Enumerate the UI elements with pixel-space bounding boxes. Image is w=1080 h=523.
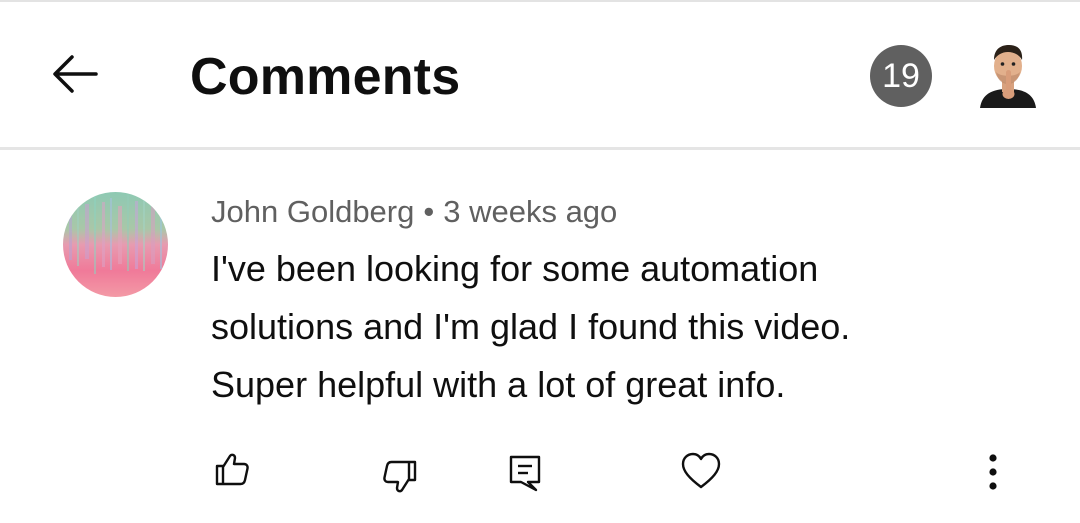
commenter-avatar-image	[63, 192, 168, 297]
page-title: Comments	[190, 48, 461, 106]
reply-button[interactable]	[500, 448, 550, 498]
heart-icon	[681, 452, 721, 489]
meta-separator: •	[423, 194, 435, 229]
heart-button[interactable]	[676, 446, 726, 496]
comment-text-line: I've been looking for some automation	[211, 248, 819, 289]
comment-author[interactable]: John Goldberg	[211, 194, 414, 229]
comment-text: I've been looking for some automation so…	[211, 240, 1031, 414]
comment-text-line: Super helpful with a lot of great info.	[211, 364, 786, 405]
more-options-button[interactable]	[970, 444, 1016, 500]
comments-header: Comments 19	[0, 2, 1080, 148]
account-avatar[interactable]	[978, 42, 1038, 108]
reply-icon	[509, 455, 541, 492]
commenter-avatar[interactable]	[63, 192, 168, 297]
thumbs-up-icon	[215, 453, 249, 486]
comment-timestamp: 3 weeks ago	[443, 194, 618, 229]
like-button[interactable]	[207, 444, 257, 494]
more-vertical-icon	[989, 454, 997, 490]
thumbs-down-icon	[383, 460, 417, 493]
header-divider	[0, 147, 1080, 150]
comment-text-line: solutions and I'm glad I found this vide…	[211, 306, 851, 347]
comment-count-badge: 19	[870, 45, 932, 107]
back-button[interactable]	[40, 44, 110, 104]
user-avatar-icon	[980, 45, 1036, 108]
dislike-button[interactable]	[375, 452, 425, 502]
arrow-left-icon	[53, 55, 98, 93]
comment-meta: John Goldberg • 3 weeks ago	[211, 191, 617, 233]
